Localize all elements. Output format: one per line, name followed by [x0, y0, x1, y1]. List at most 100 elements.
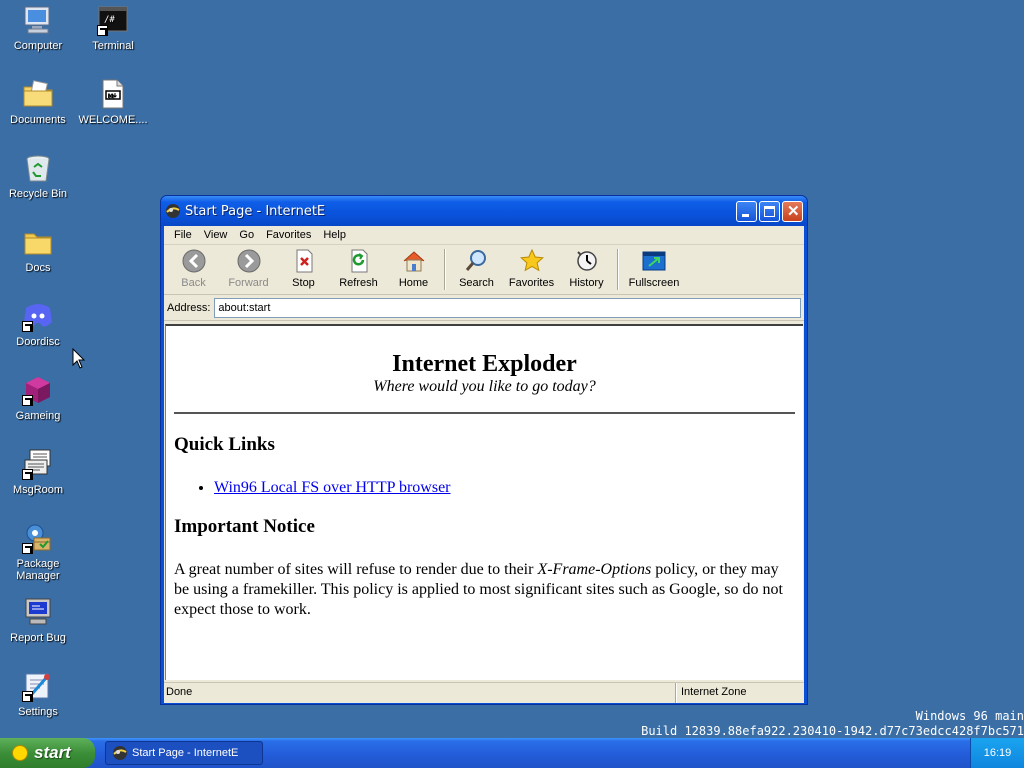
- browser-toolbar: Back Forward Stop Refresh Home Search Fa…: [164, 245, 804, 295]
- desktop-icon-documents[interactable]: Documents: [1, 78, 75, 126]
- address-bar: Address:: [164, 295, 804, 321]
- back-arrow-icon: [181, 248, 207, 274]
- status-zone: Internet Zone: [676, 683, 804, 703]
- desktop-icon-computer[interactable]: Computer: [1, 4, 75, 52]
- history-clock-icon: [574, 248, 600, 274]
- desktop-icon-label: Doordisc: [16, 336, 60, 348]
- msgroom-icon: [22, 448, 54, 480]
- menu-file[interactable]: File: [168, 229, 198, 241]
- desktop-icon-gameing[interactable]: Gameing: [1, 374, 75, 422]
- desktop-icon-terminal[interactable]: /# Terminal: [76, 4, 150, 52]
- list-item: Win96 Local FS over HTTP browser: [214, 478, 795, 498]
- desktop-icon-label: Terminal: [92, 40, 134, 52]
- address-label: Address:: [167, 301, 211, 314]
- doordisc-icon: [22, 300, 54, 332]
- menu-favorites[interactable]: Favorites: [260, 229, 317, 241]
- home-button[interactable]: Home: [386, 246, 441, 293]
- quick-links-heading: Quick Links: [174, 434, 275, 455]
- close-button[interactable]: ✕: [782, 200, 803, 222]
- build-line-1: Windows 96 main: [915, 709, 1024, 723]
- clock[interactable]: 16:19: [984, 747, 1012, 759]
- desktop-icon-docs[interactable]: Docs: [1, 226, 75, 274]
- home-icon: [401, 248, 427, 274]
- menu-go[interactable]: Go: [233, 229, 260, 241]
- fullscreen-button[interactable]: Fullscreen: [622, 246, 686, 293]
- history-label: History: [569, 277, 604, 289]
- desktop-icon-recycle-bin[interactable]: Recycle Bin: [1, 152, 75, 200]
- menu-help[interactable]: Help: [317, 229, 352, 241]
- page-divider: [174, 412, 795, 414]
- stop-label: Stop: [292, 277, 315, 289]
- system-tray: 16:19: [970, 738, 1024, 768]
- maximize-button[interactable]: [759, 200, 780, 222]
- page-subtitle: Where would you like to go today?: [373, 378, 596, 395]
- minimize-icon: [742, 213, 749, 217]
- minimize-button[interactable]: [736, 200, 757, 222]
- desktop-icon-settings[interactable]: Settings: [1, 670, 75, 718]
- report-bug-icon: [22, 596, 54, 628]
- window-client-area: File View Go Favorites Help Back Forward…: [164, 226, 804, 703]
- markdown-file-icon: M: [97, 78, 129, 110]
- documents-folder-icon: [22, 78, 54, 110]
- status-bar: Done Internet Zone: [164, 682, 804, 703]
- star-icon: [519, 248, 545, 274]
- package-manager-icon: [22, 522, 54, 554]
- refresh-label: Refresh: [339, 277, 378, 289]
- settings-icon: [22, 670, 54, 702]
- favorites-label: Favorites: [508, 277, 555, 289]
- menu-view[interactable]: View: [198, 229, 234, 241]
- forward-button[interactable]: Forward: [221, 246, 276, 293]
- stop-button[interactable]: Stop: [276, 246, 331, 293]
- page-heading: Internet Exploder: [392, 351, 577, 377]
- taskbar-item-label: Start Page - InternetE: [132, 747, 239, 759]
- toolbar-separator: [617, 249, 619, 290]
- desktop-icon-report-bug[interactable]: Report Bug: [1, 596, 75, 644]
- maximize-icon: [764, 205, 775, 217]
- cube-icon: [22, 374, 54, 406]
- build-watermark: Windows 96 main Build 12839.88efa922.230…: [641, 709, 1024, 739]
- desktop-icon-label: Recycle Bin: [8, 188, 68, 200]
- fullscreen-label: Fullscreen: [628, 277, 680, 289]
- refresh-button[interactable]: Refresh: [331, 246, 386, 293]
- desktop-icon-label: Documents: [10, 114, 66, 126]
- taskbar: start Start Page - InternetE 16:19: [0, 738, 1024, 768]
- window-titlebar[interactable]: Start Page - InternetE ✕: [161, 196, 807, 226]
- notice-emphasis: X-Frame-Options: [537, 561, 652, 578]
- search-icon: [464, 248, 490, 274]
- stop-icon: [291, 248, 317, 274]
- page-content: Internet Exploder Where would you like t…: [165, 324, 803, 680]
- terminal-icon: /#: [97, 4, 129, 36]
- history-button[interactable]: History: [559, 246, 614, 293]
- search-button[interactable]: Search: [449, 246, 504, 293]
- favorites-button[interactable]: Favorites: [504, 246, 559, 293]
- toolbar-separator: [444, 249, 446, 290]
- desktop-icon-label: WELCOME....: [78, 114, 148, 126]
- fullscreen-icon: [641, 248, 667, 274]
- computer-icon: [22, 4, 54, 36]
- folder-icon: [22, 226, 54, 258]
- back-label: Back: [181, 277, 206, 289]
- start-button[interactable]: start: [0, 738, 95, 768]
- internet-exploder-icon: [113, 746, 127, 760]
- svg-text:/#: /#: [104, 15, 115, 25]
- address-input[interactable]: [214, 297, 801, 318]
- notice-text-start: A great number of sites will refuse to r…: [174, 561, 538, 578]
- refresh-icon: [346, 248, 372, 274]
- forward-label: Forward: [228, 277, 269, 289]
- taskbar-item-browser[interactable]: Start Page - InternetE: [105, 741, 263, 765]
- mouse-cursor-icon: [72, 348, 86, 369]
- desktop-icon-package-manager[interactable]: Package Manager: [1, 522, 75, 582]
- back-button[interactable]: Back: [166, 246, 221, 293]
- desktop-icon-label: MsgRoom: [12, 484, 64, 496]
- search-label: Search: [459, 277, 494, 289]
- desktop-icon-welcome[interactable]: M WELCOME....: [76, 78, 150, 126]
- desktop-icon-doordisc[interactable]: Doordisc: [1, 300, 75, 348]
- close-icon: ✕: [787, 202, 800, 220]
- quick-links-list: Win96 Local FS over HTTP browser: [214, 478, 795, 498]
- win96-fs-link[interactable]: Win96 Local FS over HTTP browser: [214, 479, 451, 496]
- desktop-icon-msgroom[interactable]: MsgRoom: [1, 448, 75, 496]
- internet-exploder-icon: [166, 204, 180, 218]
- svg-text:M: M: [108, 93, 114, 100]
- build-line-2: Build 12839.88efa922.230410-1942.d77c73e…: [641, 724, 1024, 738]
- desktop-icon-label: Computer: [13, 40, 63, 52]
